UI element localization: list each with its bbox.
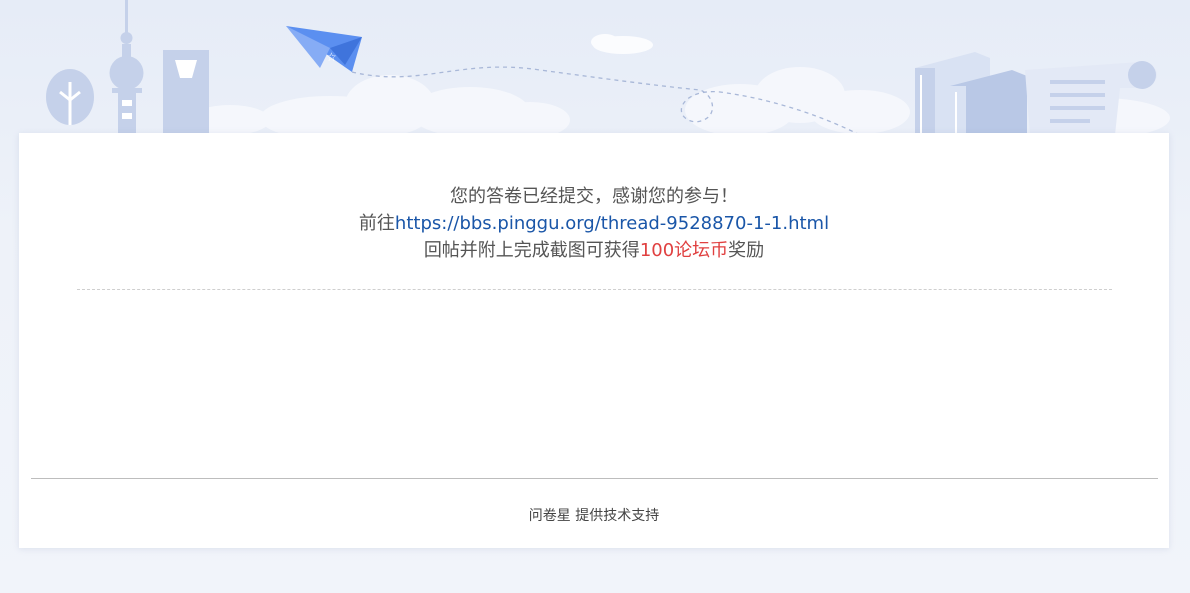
dashed-divider [77, 289, 1112, 290]
result-card: 您的答卷已经提交，感谢您的参与！ 前往https://bbs.pinggu.or… [19, 133, 1169, 548]
building-icon [163, 50, 209, 135]
reward-suffix: 奖励 [728, 240, 765, 261]
support-text: 提供技术支持 [575, 508, 660, 524]
goto-prefix: 前往 [358, 213, 395, 234]
paper-plane-icon: ☆ [286, 26, 362, 72]
header-illustration: ☆ [46, 0, 1170, 140]
thanks-text: 您的答卷已经提交，感谢您的参与！ [450, 186, 738, 207]
reward-prefix: 回帖并附上完成截图可获得 [423, 240, 640, 261]
reward-line: 回帖并附上完成截图可获得100论坛币奖励 [19, 237, 1169, 264]
brand-link[interactable]: 问卷星 [529, 508, 571, 524]
reward-amount: 100论坛币 [639, 240, 729, 261]
completion-message: 您的答卷已经提交，感谢您的参与！ 前往https://bbs.pinggu.or… [19, 183, 1169, 264]
tree-icon [46, 69, 94, 125]
books-icon [915, 52, 1027, 135]
instruction-line: 前往https://bbs.pinggu.org/thread-9528870-… [19, 210, 1169, 237]
svg-text:☆: ☆ [326, 50, 337, 64]
footer: 问卷星 提供技术支持 [19, 505, 1169, 525]
footer-divider [31, 478, 1158, 479]
forum-thread-link[interactable]: https://bbs.pinggu.org/thread-9528870-1-… [395, 213, 829, 234]
tower-icon [109, 0, 144, 133]
